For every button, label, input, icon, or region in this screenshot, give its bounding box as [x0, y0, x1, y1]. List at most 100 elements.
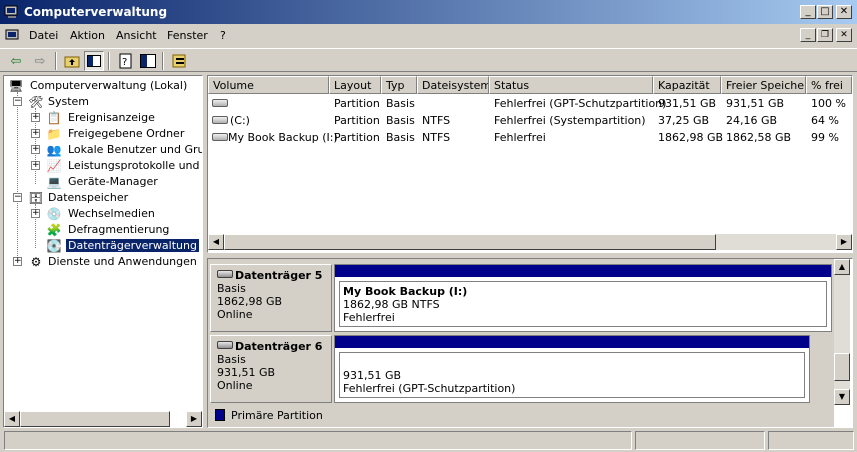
volume-hscroll-thumb[interactable]: [224, 234, 716, 250]
expand-toggle[interactable]: +: [13, 257, 22, 266]
column-header-kapazitaet[interactable]: Kapazität: [653, 76, 721, 94]
computer-icon: 🖥: [8, 79, 24, 93]
scroll-left-button[interactable]: ◀: [208, 234, 224, 250]
close-button[interactable]: ✕: [836, 5, 852, 19]
event-viewer-icon: 📋: [46, 111, 62, 125]
disk-graphical-view[interactable]: Datenträger 5 Basis 1862,98 GB Online My…: [207, 258, 853, 428]
tree-item-dienste[interactable]: + ⚙ Dienste und Anwendungen: [8, 254, 202, 270]
performance-icon: 📈: [46, 159, 62, 173]
menu-help[interactable]: ?: [220, 29, 226, 42]
scroll-left-button[interactable]: ◀: [4, 411, 20, 427]
tree-item-lokale-benutzer[interactable]: + 👥 Lokale Benutzer und Gruppe: [8, 142, 202, 158]
partition-details: My Book Backup (I:) 1862,98 GB NTFS Fehl…: [339, 281, 827, 327]
legend: Primäre Partition: [207, 405, 853, 427]
column-header-volume[interactable]: Volume: [208, 76, 329, 94]
partition-gpt-protective[interactable]: 931,51 GB Fehlerfrei (GPT-Schutzpartitio…: [334, 335, 810, 403]
toolbar-separator: [55, 52, 57, 70]
volume-list[interactable]: Volume Layout Typ Dateisystem Status Kap…: [207, 75, 853, 253]
tree-item-computerverwaltung[interactable]: 🖥 Computerverwaltung (Lokal): [8, 78, 202, 94]
menu-fenster[interactable]: Fenster: [167, 29, 208, 42]
back-arrow-icon[interactable]: ⇦: [6, 51, 26, 71]
disk-info-6[interactable]: Datenträger 6 Basis 931,51 GB Online: [210, 335, 332, 403]
computer-management-icon: [4, 4, 20, 20]
tools-icon: 🛠: [28, 95, 44, 109]
tree-hscroll-track[interactable]: [20, 411, 170, 427]
title-bar[interactable]: Computerverwaltung _ □ ✕: [0, 0, 857, 24]
mdi-restore-button[interactable]: ❐: [817, 28, 833, 42]
properties-icon[interactable]: ?: [116, 51, 136, 71]
device-manager-icon: 💻: [46, 175, 62, 189]
disk-management-icon: 💽: [46, 239, 62, 253]
table-row[interactable]: Partition Basis Fehlerfrei (GPT-Schutzpa…: [208, 96, 852, 112]
storage-icon: 🗄: [28, 191, 44, 205]
toolbar-separator: [162, 52, 164, 70]
tree-hscroll-thumb[interactable]: [20, 411, 170, 427]
partition-my-book-backup[interactable]: My Book Backup (I:) 1862,98 GB NTFS Fehl…: [334, 264, 832, 332]
tree-item-ereignisanzeige[interactable]: + 📋 Ereignisanzeige: [8, 110, 202, 126]
menu-aktion[interactable]: Aktion: [70, 29, 105, 42]
expand-toggle[interactable]: +: [31, 129, 40, 138]
tree-item-datenspeicher[interactable]: − 🗄 Datenspeicher: [8, 190, 202, 206]
column-header-prozent-frei[interactable]: % frei: [806, 76, 852, 94]
menu-ansicht[interactable]: Ansicht: [116, 29, 157, 42]
partition-color-bar: [335, 336, 809, 348]
expand-toggle[interactable]: +: [31, 113, 40, 122]
collapse-toggle[interactable]: −: [13, 97, 22, 106]
tree-item-freigegebene-ordner[interactable]: + 📁 Freigegebene Ordner: [8, 126, 202, 142]
toolbar: ⇦ ⇨ ?: [0, 48, 857, 72]
collapse-toggle[interactable]: −: [13, 193, 22, 202]
partition-details: 931,51 GB Fehlerfrei (GPT-Schutzpartitio…: [339, 352, 805, 398]
scroll-right-button[interactable]: ▶: [186, 411, 202, 427]
defrag-icon: 🧩: [46, 223, 62, 237]
column-header-dateisystem[interactable]: Dateisystem: [417, 76, 489, 94]
tree-item-datentraegerverwaltung[interactable]: 💽 Datenträgerverwaltung: [8, 238, 202, 254]
tree-item-system[interactable]: − 🛠 System: [8, 94, 202, 110]
forward-arrow-icon[interactable]: ⇨: [30, 51, 50, 71]
table-row[interactable]: My Book Backup (I:) Partition Basis NTFS…: [208, 130, 852, 146]
status-pane: [768, 431, 854, 450]
mdi-minimize-button[interactable]: _: [800, 28, 816, 42]
disk-vscroll-thumb[interactable]: [834, 353, 850, 381]
disk-drive-icon: [217, 270, 233, 278]
scroll-up-button[interactable]: ▲: [834, 259, 850, 275]
menu-datei[interactable]: Datei: [29, 29, 58, 42]
minimize-button[interactable]: _: [800, 5, 816, 19]
up-folder-icon[interactable]: [62, 51, 82, 71]
removable-media-icon: 💿: [46, 207, 62, 221]
toolbar-separator: [108, 52, 110, 70]
tree-item-defragmentierung[interactable]: 🧩 Defragmentierung: [8, 222, 202, 238]
disk-info-5[interactable]: Datenträger 5 Basis 1862,98 GB Online: [210, 264, 332, 332]
column-header-status[interactable]: Status: [489, 76, 653, 94]
help-icon[interactable]: [138, 51, 158, 71]
column-header-freier-speicher[interactable]: Freier Speicher: [721, 76, 806, 94]
volume-hscroll-track[interactable]: [224, 234, 836, 250]
partition-color-bar: [335, 265, 831, 277]
status-bar: [0, 430, 857, 452]
window-title: Computerverwaltung: [24, 5, 168, 19]
expand-toggle[interactable]: +: [31, 209, 40, 218]
expand-toggle[interactable]: +: [31, 161, 40, 170]
drive-icon: [212, 99, 228, 107]
scroll-right-button[interactable]: ▶: [836, 234, 852, 250]
shared-folder-icon: 📁: [46, 127, 62, 141]
table-row[interactable]: (C:) Partition Basis NTFS Fehlerfrei (Sy…: [208, 113, 852, 129]
console-tree[interactable]: 🖥 Computerverwaltung (Lokal) − 🛠 System …: [3, 75, 203, 428]
column-header-layout[interactable]: Layout: [329, 76, 381, 94]
scroll-down-button[interactable]: ▼: [834, 389, 850, 405]
disk-vscroll-track[interactable]: [834, 275, 850, 389]
show-hide-tree-icon[interactable]: [84, 51, 104, 71]
column-header-typ[interactable]: Typ: [381, 76, 417, 94]
svg-text:?: ?: [122, 57, 127, 68]
services-icon: ⚙: [30, 255, 42, 269]
tree-item-leistungsprotokolle[interactable]: + 📈 Leistungsprotokolle und War: [8, 158, 202, 174]
drive-icon: [212, 116, 228, 124]
export-list-icon[interactable]: [170, 51, 190, 71]
tree-item-geraete-manager[interactable]: 💻 Geräte-Manager: [8, 174, 202, 190]
mdi-window-icon[interactable]: [5, 28, 21, 44]
expand-toggle[interactable]: +: [31, 145, 40, 154]
tree-item-wechselmedien[interactable]: + 💿 Wechselmedien: [8, 206, 202, 222]
legend-label: Primäre Partition: [231, 409, 323, 422]
disk-drive-icon: [217, 341, 233, 349]
maximize-button[interactable]: □: [817, 5, 833, 19]
mdi-close-button[interactable]: ✕: [836, 28, 852, 42]
